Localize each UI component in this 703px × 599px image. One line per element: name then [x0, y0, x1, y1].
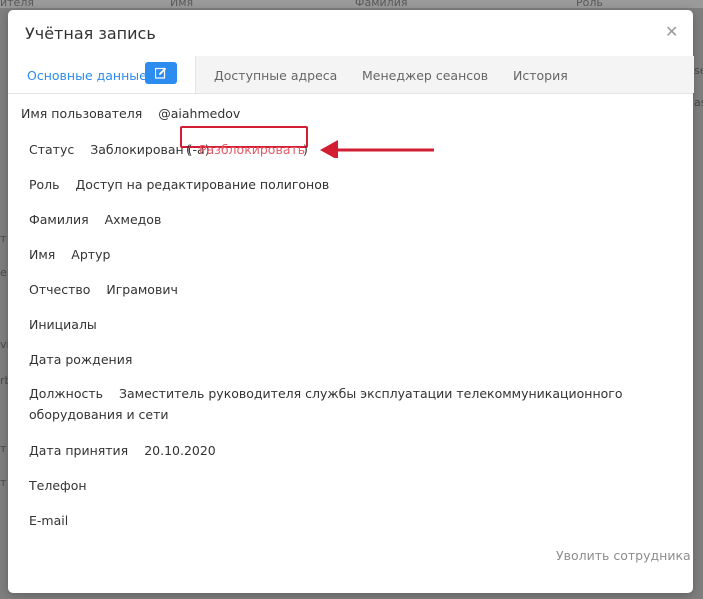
- tab-history[interactable]: История: [513, 68, 568, 83]
- field-label: Имя: [29, 247, 56, 262]
- background-row-fragment: т: [0, 232, 7, 245]
- field-hiredate: Дата принятия 20.10.2020: [29, 443, 216, 458]
- field-label: Фамилия: [29, 212, 89, 227]
- annotation-arrow-icon: [320, 140, 434, 158]
- edit-icon: [155, 67, 167, 79]
- field-username: Имя пользователя @aiahmedov: [21, 106, 240, 121]
- close-icon[interactable]: ✕: [665, 22, 678, 41]
- background-row-fragment: т: [0, 442, 7, 455]
- field-value: 20.10.2020: [144, 443, 216, 458]
- field-value: @aiahmedov: [158, 106, 241, 121]
- field-value: Ахмедов: [104, 212, 162, 227]
- field-label: Имя пользователя: [21, 106, 143, 121]
- paren-close: ): [303, 142, 308, 157]
- background-row-fragment: е: [0, 266, 7, 279]
- field-email: E-mail: [29, 513, 80, 528]
- field-role: Роль Доступ на редактирование полигонов: [29, 177, 329, 192]
- paren-open: (: [186, 142, 191, 157]
- field-label: Отчество: [29, 282, 91, 297]
- background-header-cell: Роль: [576, 0, 603, 9]
- edit-button[interactable]: [145, 62, 177, 84]
- tab-bar: Основные данные Доступные адреса Менедже…: [8, 56, 694, 94]
- field-value: Артур: [71, 247, 111, 262]
- field-position: Должность Заместитель руководителя служб…: [29, 383, 669, 425]
- field-label: Инициалы: [29, 317, 97, 332]
- field-value: Доступ на редактирование полигонов: [75, 177, 330, 192]
- field-label: Роль: [29, 177, 60, 192]
- unblock-link[interactable]: Разблокировать: [199, 142, 305, 157]
- modal-title: Учётная запись: [25, 24, 156, 43]
- field-initials: Инициалы: [29, 317, 109, 332]
- field-value: Играмович: [106, 282, 178, 297]
- background-header-cell: Имя: [170, 0, 194, 9]
- background-header-cell: Фамилия: [355, 0, 408, 9]
- account-modal: Учётная запись ✕ Основные данные Доступн…: [8, 10, 694, 593]
- field-patronymic: Отчество Играмович: [29, 282, 178, 297]
- field-phone: Телефон: [29, 478, 99, 493]
- background-row-fragment: se: [694, 64, 703, 77]
- field-label: Дата рождения: [29, 352, 133, 367]
- field-value: Заместитель руководителя службы эксплуат…: [29, 386, 623, 422]
- background-row-fragment: as: [694, 96, 703, 109]
- tab-available-addresses[interactable]: Доступные адреса: [214, 68, 337, 83]
- field-label: Дата принятия: [29, 443, 129, 458]
- field-birthdate: Дата рождения: [29, 352, 144, 367]
- field-label: Телефон: [29, 478, 87, 493]
- field-firstname: Имя Артур: [29, 247, 110, 262]
- background-row-fragment: т: [0, 476, 7, 489]
- fire-employee-button[interactable]: Уволить сотрудника: [556, 548, 691, 563]
- field-label: Статус: [29, 142, 75, 157]
- field-label: Должность: [29, 386, 104, 401]
- background-header-cell: ителя: [0, 0, 34, 9]
- tab-session-manager[interactable]: Менеджер сеансов: [362, 68, 488, 83]
- field-lastname: Фамилия Ахмедов: [29, 212, 161, 227]
- tab-main-data[interactable]: Основные данные: [27, 68, 147, 83]
- field-label: E-mail: [29, 513, 69, 528]
